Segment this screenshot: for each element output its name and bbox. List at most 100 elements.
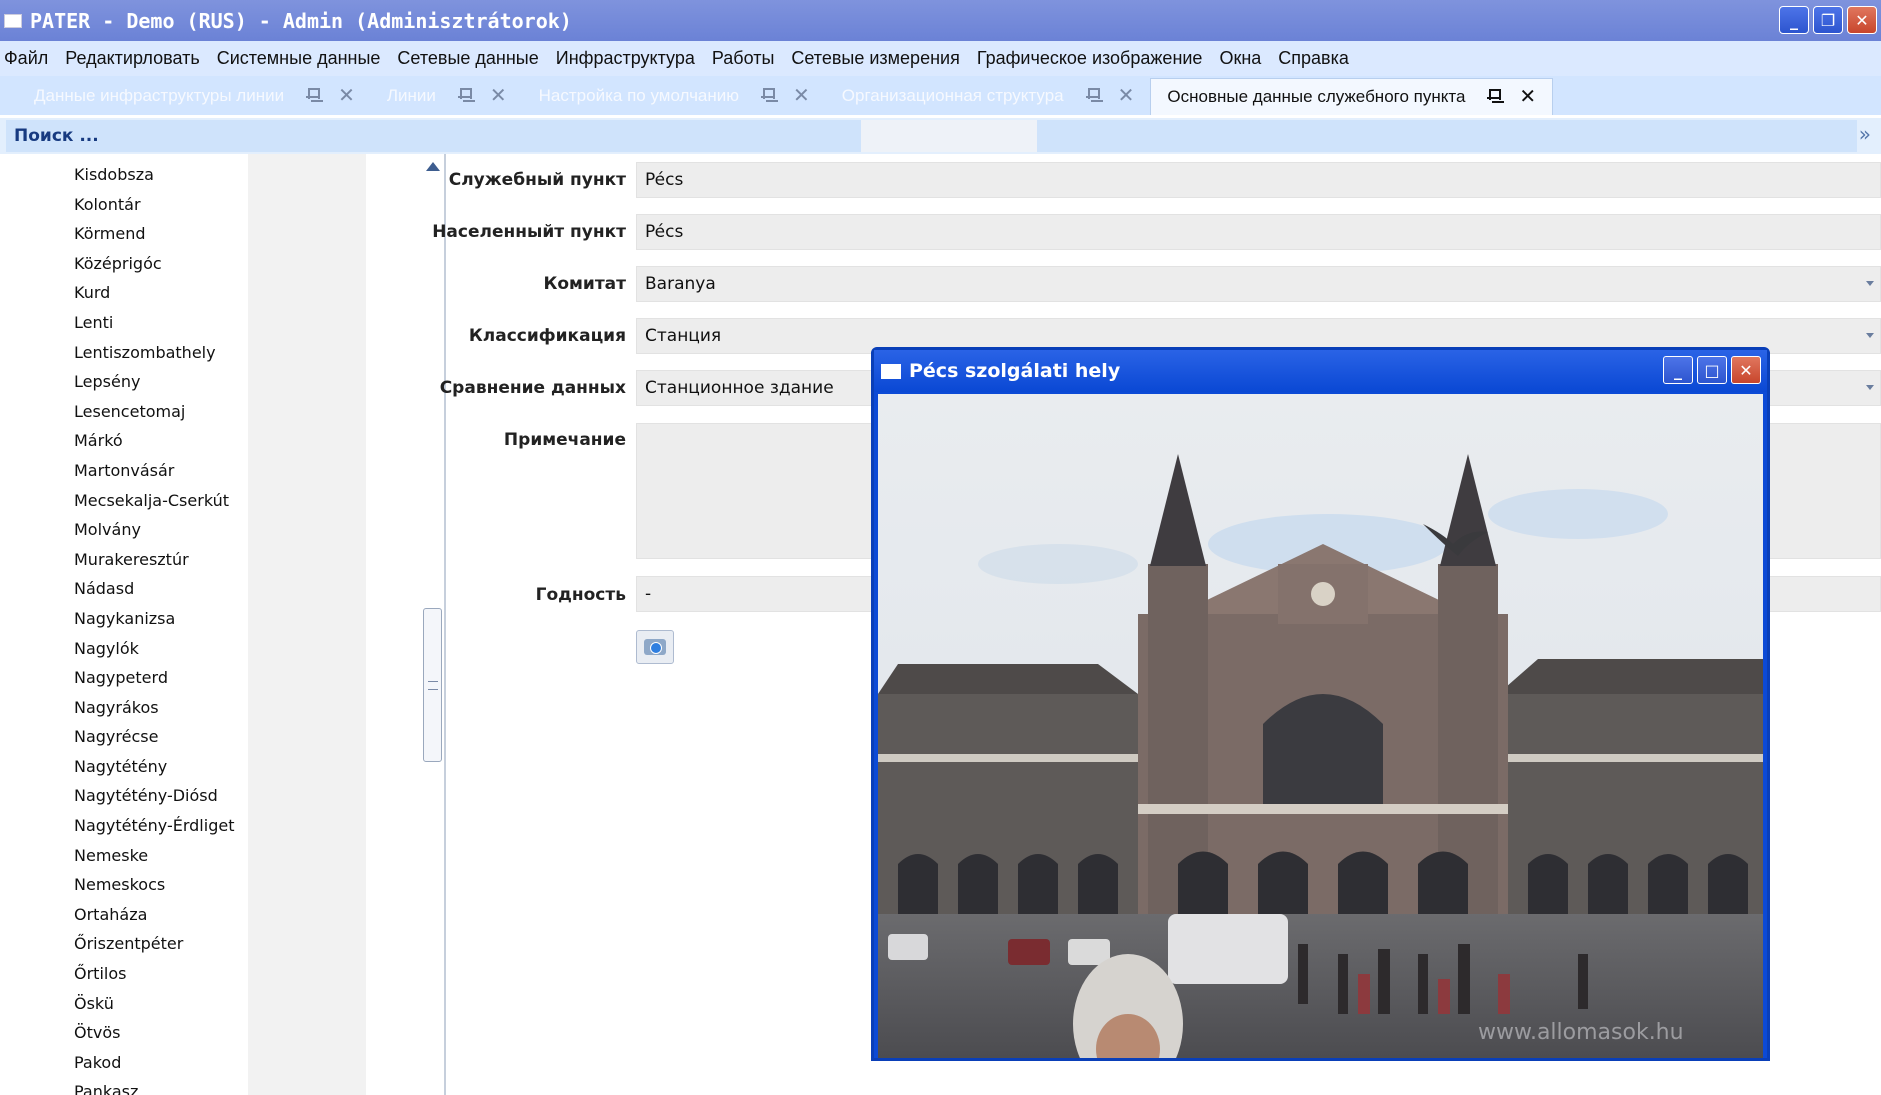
service-point-list: Kisdobsza Kolontár Körmend Középrigóc Ku… [4,154,446,1095]
photo-window: Pécs szolgálati hely _ □ ✕ www.allomasok… [871,347,1770,1061]
dropdown-arrow-icon[interactable] [1866,281,1874,286]
camera-icon [644,639,666,655]
list-item[interactable]: Molvány [74,515,234,545]
list-item[interactable]: Pakod [74,1048,234,1078]
menu-works[interactable]: Работы [712,48,775,69]
settlement-label: Населенныйт пункт [432,222,626,242]
expand-chevron-icon[interactable]: » [1859,122,1871,146]
tab-service-point-master-data[interactable]: Основные данные служебного пункта ✕ [1150,78,1554,115]
tab-organizational-structure[interactable]: Организационная структура ✕ [826,76,1151,115]
tab-label: Организационная структура [841,85,1064,105]
search-separator [861,120,1037,152]
pin-icon[interactable] [457,87,472,104]
search-input[interactable] [6,120,861,152]
list-item[interactable]: Lentiszombathely [74,338,234,368]
tab-lines[interactable]: Линии ✕ [371,76,523,115]
photo-minimize-button[interactable]: _ [1663,356,1693,384]
pin-icon[interactable] [306,87,321,104]
document-tab-bar: Данные инфраструктуры линии ✕ Линии ✕ На… [0,76,1881,115]
tab-line-infrastructure-data[interactable]: Данные инфраструктуры линии ✕ [18,76,371,115]
app-title: PATER - Demo (RUS) - Admin (Adminisztrát… [30,8,572,33]
list-item[interactable]: Mecsekalja-Cserkút [74,486,234,516]
county-label: Комитат [543,274,626,294]
close-icon[interactable]: ✕ [1118,86,1135,106]
dropdown-arrow-icon[interactable] [1866,333,1874,338]
show-photo-button[interactable] [636,630,674,664]
pin-icon[interactable] [761,87,776,104]
list-item[interactable]: Nagytétény-Érdliget [74,811,234,841]
list-item[interactable]: Nagytétény-Diósd [74,781,234,811]
list-item[interactable]: Murakeresztúr [74,545,234,575]
close-button[interactable]: ✕ [1847,6,1877,34]
photo-watermark: www.allomasok.hu [1478,1020,1684,1045]
list-item[interactable]: Márkó [74,426,234,456]
note-label: Примечание [503,430,626,450]
list-item[interactable]: Nagykanizsa [74,604,234,634]
menu-network-measurements[interactable]: Сетевые измерения [791,48,959,69]
close-icon[interactable]: ✕ [1519,87,1536,107]
list-item[interactable]: Kurd [74,278,234,308]
tab-label: Линии [386,85,436,105]
scroll-up-arrow-icon[interactable] [426,162,440,171]
classification-label: Классификация [468,326,626,346]
tab-label: Данные инфраструктуры линии [34,85,285,105]
tab-default-settings[interactable]: Настройка по умолчанию ✕ [523,76,826,115]
menu-network-data[interactable]: Сетевые данные [397,48,538,69]
restore-button[interactable]: ❐ [1813,6,1843,34]
list-item[interactable]: Nagypeterd [74,663,234,693]
pin-icon[interactable] [1487,89,1502,105]
close-icon[interactable]: ✕ [490,86,507,106]
menu-infrastructure[interactable]: Инфраструктура [556,48,695,69]
list-item[interactable]: Ortaháza [74,900,234,930]
close-icon[interactable]: ✕ [793,86,810,106]
menu-windows[interactable]: Окна [1219,48,1261,69]
list-item[interactable]: Nagylók [74,634,234,664]
list-item[interactable]: Őriszentpéter [74,929,234,959]
pin-icon[interactable] [1085,87,1100,104]
list-item[interactable]: Őrtilos [74,959,234,989]
service-point-field[interactable]: Pécs [636,162,1881,198]
list-item[interactable]: Nagytétény [74,752,234,782]
menu-edit[interactable]: Редактирловать [65,48,199,69]
county-value: Baranya [645,274,716,294]
photo-maximize-button[interactable]: □ [1697,356,1727,384]
minimize-button[interactable]: _ [1779,6,1809,34]
menu-file[interactable]: Файл [4,48,48,69]
menu-help[interactable]: Справка [1278,48,1349,69]
settlement-field[interactable]: Pécs [636,214,1881,250]
menu-bar: Файл Редактирловать Системные данные Сет… [0,41,1881,76]
list-item[interactable]: Lepsény [74,367,234,397]
scroll-thumb[interactable] [423,608,442,762]
classification-value: Станция [645,326,722,346]
menu-system-data[interactable]: Системные данные [217,48,381,69]
list-items: Kisdobsza Kolontár Körmend Középrigóc Ku… [74,160,234,1095]
list-item[interactable]: Nemeskocs [74,870,234,900]
list-item[interactable]: Öskü [74,989,234,1019]
list-item[interactable]: Kolontár [74,190,234,220]
list-item[interactable]: Körmend [74,219,234,249]
tab-label: Основные данные служебного пункта [1167,87,1466,106]
list-item[interactable]: Nemeske [74,841,234,871]
list-item[interactable]: Pankasz [74,1077,234,1095]
list-scrollbar[interactable] [421,154,444,1095]
photo-close-button[interactable]: ✕ [1731,356,1761,384]
county-select[interactable]: Baranya [636,266,1881,302]
list-item[interactable]: Martonvásár [74,456,234,486]
list-item[interactable]: Lesencetomaj [74,397,234,427]
list-item[interactable]: Nádasd [74,574,234,604]
menu-graphics[interactable]: Графическое изображение [977,48,1203,69]
close-icon[interactable]: ✕ [338,86,355,106]
list-item[interactable]: Középrigóc [74,249,234,279]
list-item[interactable]: Nagyrákos [74,693,234,723]
list-item[interactable]: Ötvös [74,1018,234,1048]
list-item[interactable]: Lenti [74,308,234,338]
photo-window-icon [881,363,901,379]
list-item[interactable]: Kisdobsza [74,160,234,190]
app-window-icon [4,13,22,28]
list-item[interactable]: Nagyrécse [74,722,234,752]
dropdown-arrow-icon[interactable] [1866,385,1874,390]
tab-label: Настройка по умолчанию [538,85,740,105]
station-photo: www.allomasok.hu [878,394,1763,1058]
photo-window-title-bar[interactable]: Pécs szolgálati hely _ □ ✕ [874,350,1767,392]
search-bar: » [0,118,1881,154]
